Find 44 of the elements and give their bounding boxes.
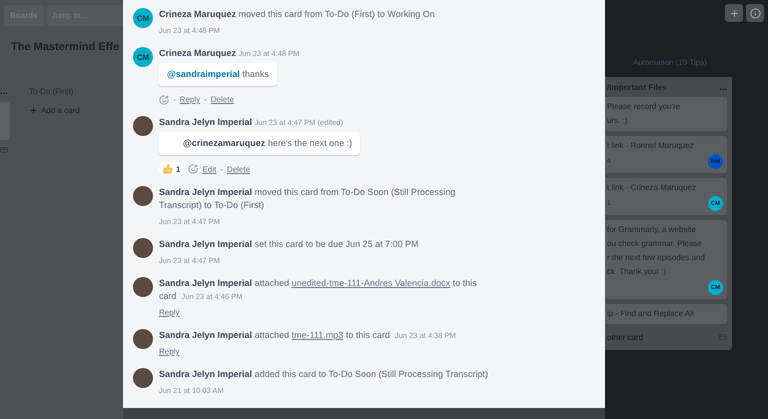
separator-text: - xyxy=(173,94,176,106)
author-name: Sandra Jelyn Imperial xyxy=(159,117,252,127)
user-avatar[interactable] xyxy=(133,368,153,388)
comment-action-link[interactable]: Delete xyxy=(226,162,250,176)
activity-text: Sandra Jelyn Imperial added this card to To-Do Soon (Still Processing Transcript) xyxy=(159,368,488,381)
comment-action-link[interactable]: Edit xyxy=(202,162,216,176)
separator-text: - xyxy=(220,164,223,176)
user-avatar[interactable] xyxy=(133,277,153,297)
reply-link[interactable]: Reply xyxy=(159,347,180,356)
add-reaction-icon[interactable] xyxy=(188,164,198,174)
attachment-link[interactable]: tme-111.mp3 xyxy=(292,330,344,340)
add-button[interactable] xyxy=(725,4,743,22)
thumbs-up-icon xyxy=(163,164,173,174)
comment-action-link[interactable]: Reply xyxy=(180,93,200,106)
author-name: Crineza Maruquez xyxy=(159,48,236,58)
user-avatar[interactable]: CM xyxy=(133,47,153,67)
add-reaction-icon[interactable] xyxy=(159,94,169,104)
mention-text[interactable]: @crinezamaruquez xyxy=(183,138,266,148)
comment-text: thanks xyxy=(242,69,269,79)
attachment-link[interactable]: unedited-tme-111-Andres Valencia.docx xyxy=(292,278,450,288)
activity-text: Sandra Jelyn Imperial moved this card from To-Do Soon (Still Processing Transcript) to To-Do (First) xyxy=(159,186,456,212)
card-text: Please record you're xyxy=(607,101,682,113)
info-icon xyxy=(750,8,760,18)
list-menu-text[interactable]: ... xyxy=(0,87,10,96)
comment-text: here's the next one :) xyxy=(268,138,352,148)
card-text: ck. Thank you! :) xyxy=(607,266,667,278)
card-text: urs. :) xyxy=(607,115,628,127)
plus-icon xyxy=(728,8,740,18)
separator-text: - xyxy=(204,94,207,106)
list-menu-text[interactable]: ... xyxy=(719,83,727,92)
user-avatar[interactable] xyxy=(133,186,153,206)
info-button[interactable] xyxy=(746,4,764,22)
activity-text: Sandra Jelyn Imperial set this card to be due Jun 25 at 7:00 PM xyxy=(159,238,419,251)
user-avatar[interactable] xyxy=(133,238,153,258)
user-avatar[interactable]: CM xyxy=(133,8,153,28)
list-card[interactable]: Please record you're urs. :) xyxy=(605,97,727,131)
reaction-button[interactable]: 1 xyxy=(159,162,184,176)
mention-text[interactable]: @sandraimperial xyxy=(167,69,240,79)
activity-text: Crineza Maruquez moved this card from To-Do (First) to Working On xyxy=(159,8,435,21)
plus-icon xyxy=(29,106,38,115)
comment-action-link[interactable]: Delete xyxy=(210,93,234,106)
user-avatar[interactable] xyxy=(133,329,153,349)
reply-link[interactable]: Reply xyxy=(159,308,180,317)
user-avatar[interactable] xyxy=(133,116,153,136)
